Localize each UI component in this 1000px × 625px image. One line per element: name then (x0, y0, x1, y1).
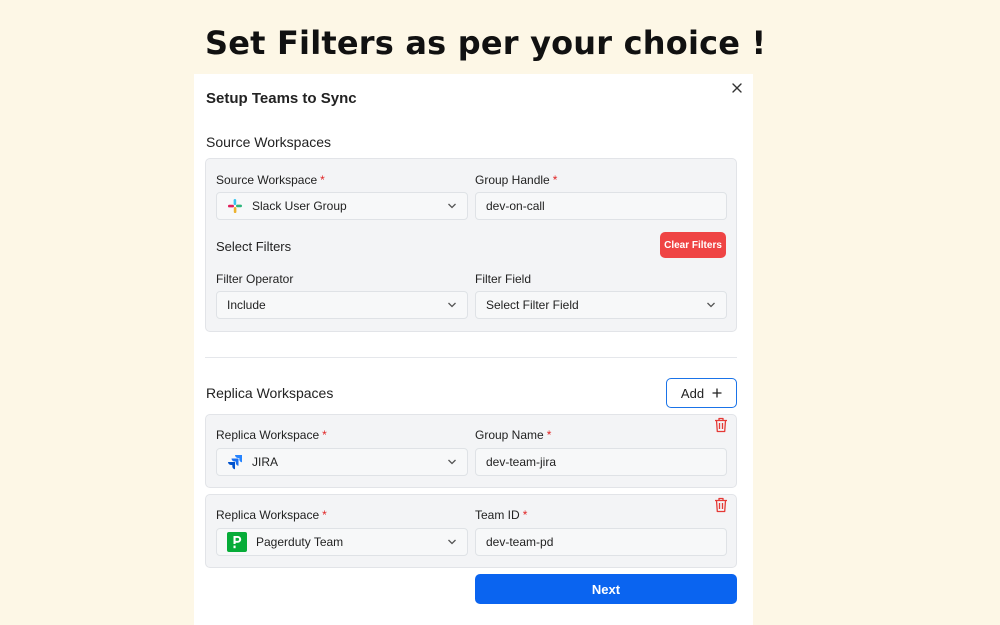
clear-filters-button[interactable]: Clear Filters (660, 232, 726, 258)
group-handle-input[interactable]: dev-on-call (475, 192, 727, 220)
filter-operator-select[interactable]: Include (216, 291, 468, 319)
team-id-input[interactable]: dev-team-pd (475, 528, 727, 556)
replica-workspace-box: Replica Workspace * Pagerduty Team Team I… (205, 494, 737, 568)
source-section-title: Source Workspaces (206, 134, 332, 150)
plus-icon (712, 388, 722, 398)
next-button[interactable]: Next (475, 574, 737, 604)
close-icon[interactable] (731, 82, 743, 94)
replica-workspace-select[interactable]: JIRA (216, 448, 468, 476)
pagerduty-icon (227, 532, 247, 552)
chevron-down-icon (448, 539, 456, 545)
replica-workspace-label: Replica Workspace * (216, 428, 327, 442)
group-name-input[interactable]: dev-team-jira (475, 448, 727, 476)
section-divider (205, 357, 737, 358)
source-workspace-select[interactable]: Slack User Group (216, 192, 468, 220)
setup-teams-dialog: Setup Teams to Sync Source Workspaces So… (194, 74, 753, 625)
select-filters-title: Select Filters (216, 239, 292, 254)
team-id-label: Team ID * (475, 508, 528, 522)
source-workspace-value: Slack User Group (252, 199, 347, 213)
dialog-title: Setup Teams to Sync (206, 90, 357, 107)
chevron-down-icon (448, 459, 456, 465)
filter-operator-label: Filter Operator (216, 272, 294, 286)
trash-icon[interactable] (714, 497, 728, 513)
replica-workspace-label: Replica Workspace * (216, 508, 327, 522)
trash-icon[interactable] (714, 417, 728, 433)
replica-section-title: Replica Workspaces (206, 385, 334, 401)
filter-field-label: Filter Field (475, 272, 532, 286)
replica-workspace-value: JIRA (252, 455, 279, 469)
filter-field-select[interactable]: Select Filter Field (475, 291, 727, 319)
group-name-label: Group Name * (475, 428, 552, 442)
source-workspace-box: Source Workspace * Slack User Group Group… (205, 158, 737, 332)
replica-workspace-value: Pagerduty Team (256, 535, 344, 549)
filter-field-placeholder: Select Filter Field (486, 298, 579, 312)
source-workspace-label: Source Workspace * (216, 173, 325, 187)
group-handle-label: Group Handle * (475, 173, 558, 187)
replica-workspace-select[interactable]: Pagerduty Team (216, 528, 468, 556)
jira-icon (228, 455, 242, 470)
add-replica-button[interactable]: Add (666, 378, 737, 408)
slack-icon (228, 199, 242, 213)
chevron-down-icon (707, 302, 715, 308)
chevron-down-icon (448, 302, 456, 308)
chevron-down-icon (448, 203, 456, 209)
replica-workspace-box: Replica Workspace * JIRA Group Name * dev-… (205, 414, 737, 488)
filter-operator-value: Include (227, 298, 266, 312)
page-headline: Set Filters as per your choice ! (205, 24, 767, 62)
